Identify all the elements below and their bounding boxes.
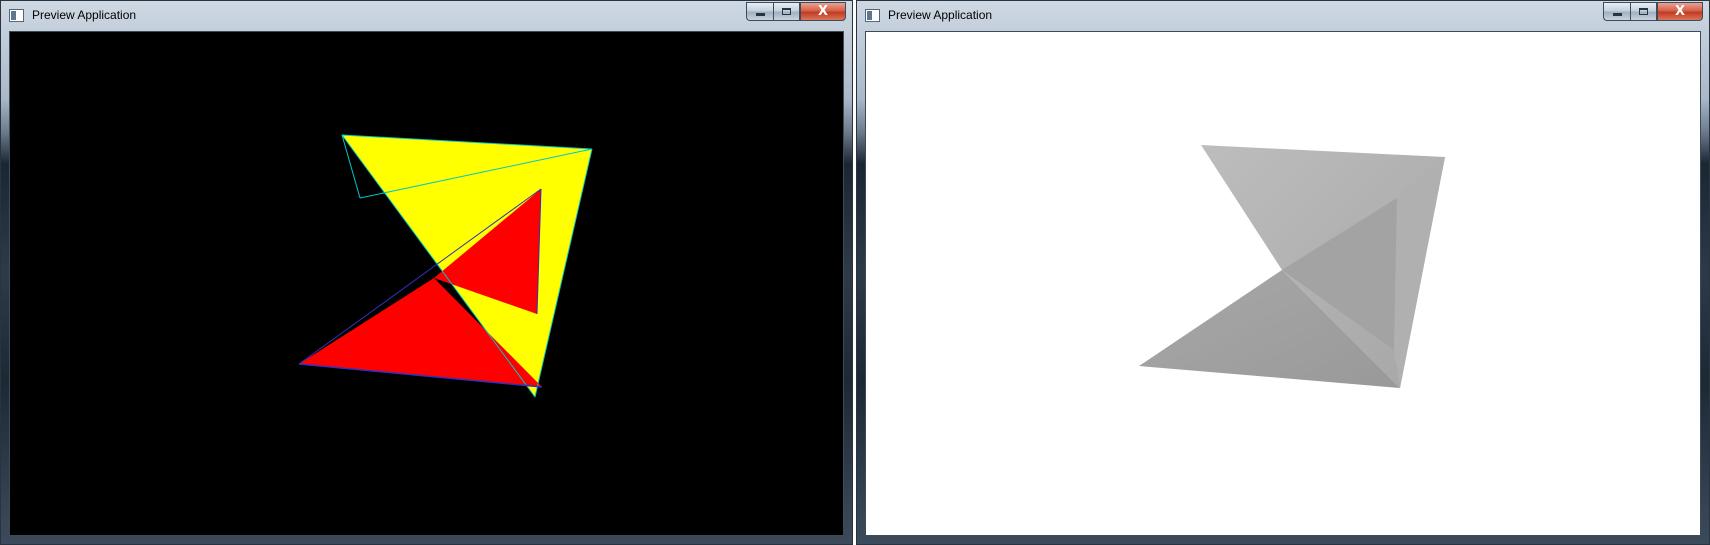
caption-buttons: X	[746, 2, 846, 22]
preview-window-shaded: Preview Application X	[856, 0, 1710, 545]
application-icon[interactable]	[9, 9, 24, 22]
render-viewport-left[interactable]	[9, 31, 844, 536]
application-icon[interactable]	[865, 9, 880, 22]
preview-window-wireframe: Preview Application X	[0, 0, 853, 545]
close-icon: X	[817, 4, 829, 19]
bowtie-pyramid-render	[298, 134, 593, 398]
maximize-button[interactable]	[1630, 2, 1657, 21]
minimize-icon	[755, 13, 765, 16]
render-viewport-right[interactable]	[865, 31, 1701, 536]
maximize-icon	[1639, 8, 1648, 15]
caption-buttons: X	[1603, 2, 1703, 22]
maximize-icon	[782, 8, 791, 15]
title-bar[interactable]: Preview Application X	[1, 1, 852, 31]
close-button[interactable]: X	[1657, 2, 1703, 21]
shaded-pyramid-render	[1139, 145, 1445, 388]
minimize-button[interactable]	[1603, 2, 1630, 21]
window-title: Preview Application	[888, 8, 993, 22]
window-title: Preview Application	[32, 8, 137, 22]
maximize-button[interactable]	[773, 2, 800, 21]
minimize-button[interactable]	[746, 2, 773, 21]
minimize-icon	[1612, 13, 1622, 16]
close-icon: X	[1674, 4, 1686, 19]
title-bar[interactable]: Preview Application X	[857, 1, 1709, 31]
close-button[interactable]: X	[800, 2, 846, 21]
